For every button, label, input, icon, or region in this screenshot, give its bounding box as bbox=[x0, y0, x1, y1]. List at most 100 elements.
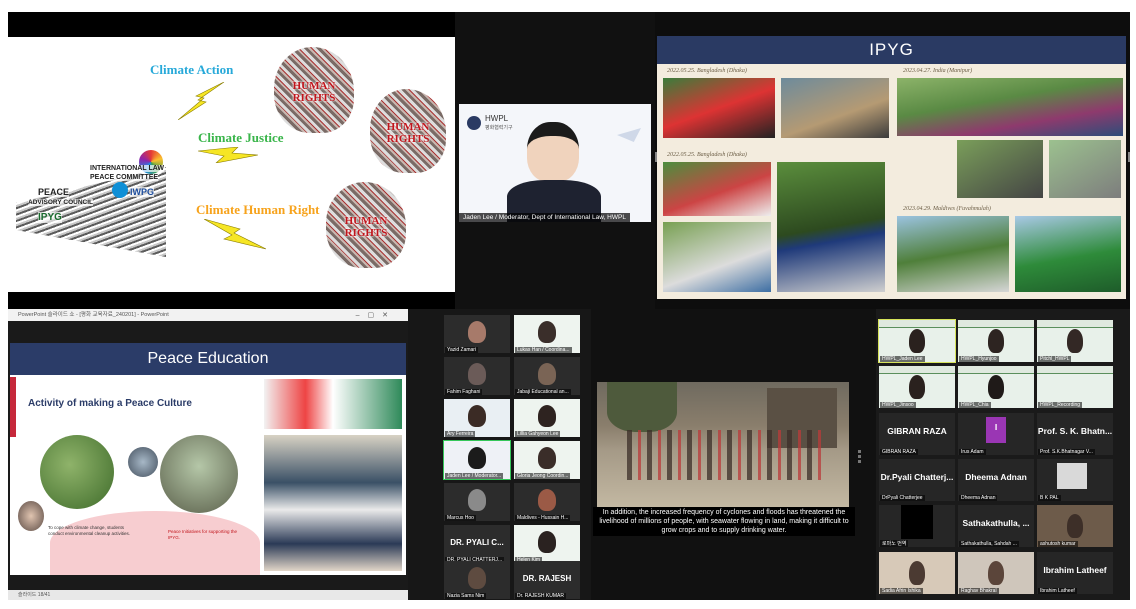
participant-tile[interactable]: GIBRAN RAZA GIBRAN RAZA bbox=[879, 413, 955, 455]
participant-tile[interactable]: HWPL_Chia bbox=[958, 366, 1034, 408]
event-photo bbox=[1049, 140, 1121, 198]
next-slide-arrow[interactable] bbox=[1128, 152, 1130, 162]
moderator-video-panel: HWPL 평화협력기구 Jaden Lee / Moderator, Dept … bbox=[455, 12, 655, 309]
window-controls[interactable]: –▢✕ bbox=[356, 311, 396, 319]
label-climate-justice: Climate Justice bbox=[198, 130, 284, 145]
activity-photo bbox=[128, 447, 158, 477]
human-rights-head-3: HUMAN RIGHTS bbox=[326, 182, 406, 268]
moderator-person bbox=[527, 122, 579, 182]
participant-tile[interactable]: Prof. S. K. Bhatn... Prof. S.K.Bhatnagar … bbox=[1037, 413, 1113, 455]
tag-advisory: ADVISORY COUNCIL bbox=[28, 199, 94, 206]
panel-resize-handle[interactable] bbox=[858, 450, 861, 464]
participant-tile[interactable]: 로마노 번역 bbox=[879, 505, 955, 547]
participant-tile[interactable]: Raghav Bhakral bbox=[958, 552, 1034, 594]
event-photo bbox=[957, 140, 1043, 198]
participant-tile[interactable]: Ary Ferreira bbox=[444, 399, 510, 437]
powerpoint-statusbar: 슬라이드 18/41 bbox=[8, 590, 408, 600]
participant-tile[interactable]: Helen Kim bbox=[514, 525, 580, 563]
students-photo bbox=[264, 379, 402, 429]
slide-title: Peace Education bbox=[10, 343, 406, 375]
slide-title: IPYG bbox=[657, 36, 1126, 64]
flood-video-panel: In addition, the increased frequency of … bbox=[591, 309, 876, 600]
students-photo bbox=[264, 435, 402, 571]
participant-tile[interactable]: DR. PYALI C... DR. PYALI CHATTERJ... bbox=[444, 525, 510, 563]
participant-tile[interactable]: Nazia Sams Nim bbox=[444, 561, 510, 599]
participant-tile[interactable]: Marcus Hoo bbox=[444, 483, 510, 521]
event-photo bbox=[897, 78, 1123, 136]
participant-tile[interactable]: DR. RAJESH Dr. RAJESH KUMAR bbox=[514, 561, 580, 599]
tag-peace: PEACE bbox=[38, 187, 70, 197]
peace-education-slide: Peace Education Activity of making a Pea… bbox=[10, 343, 406, 575]
participant-tile[interactable]: HWPL_Jinsoo bbox=[879, 366, 955, 408]
photo-caption: 2022.05.25. Bangladesh (Dhaka) bbox=[667, 68, 747, 74]
participant-tile-active[interactable]: Jaden Lee / Moderator... bbox=[443, 440, 511, 480]
participant-tile[interactable]: HWPL_Recording bbox=[1037, 366, 1113, 408]
video-off-black bbox=[901, 505, 933, 539]
lightning-bolt-icon bbox=[204, 219, 266, 250]
participant-tile[interactable]: HWPL_Hyunjoo bbox=[958, 320, 1034, 362]
participant-tile[interactable]: Yazid Zamari bbox=[444, 315, 510, 353]
participant-tile[interactable]: Dr.Pyali Chatterj... DrPyali Chatterjee bbox=[879, 459, 955, 501]
participant-tile[interactable]: I Irus Adam bbox=[958, 413, 1034, 455]
participant-tile[interactable]: Sathakathulla, ... Sathakathulla, Sahdah … bbox=[958, 505, 1034, 547]
participant-tile[interactable]: Lukas Han / Coordina... bbox=[514, 315, 580, 353]
tag-intl-law: INTERNATIONAL LAW bbox=[90, 165, 165, 172]
event-photo bbox=[777, 162, 885, 292]
participant-tile[interactable]: ashutosh kumar bbox=[1037, 505, 1113, 547]
avatar bbox=[1057, 463, 1087, 489]
participant-tile[interactable]: Pitchl_HWPL bbox=[1037, 320, 1113, 362]
label-climate-action: Climate Action bbox=[150, 62, 234, 77]
hwpl-logo-text: HWPL bbox=[485, 114, 509, 123]
participant-tile[interactable]: Gloria Jeong Coordin... bbox=[514, 441, 580, 479]
flood-video[interactable] bbox=[597, 382, 849, 507]
hwpl-logo-subtext: 평화협력기구 bbox=[485, 125, 513, 131]
side-ribbon bbox=[10, 377, 16, 437]
event-photo bbox=[1015, 216, 1121, 292]
photo-caption: 2022.05.25. Bangladesh (Dhaka) bbox=[667, 152, 747, 158]
tag-ipyg: IPYG bbox=[38, 212, 62, 223]
participant-tile[interactable]: Fahim Faghani bbox=[444, 357, 510, 395]
photo-caption: 2023.04.29. Maldives (Fuvahmulah) bbox=[903, 206, 991, 212]
climate-slide-panel: INTERNATIONAL LAW PEACE COMMITTEE IWPG I… bbox=[8, 12, 455, 309]
tag-iwpg: IWPG bbox=[130, 187, 154, 197]
participant-gallery-panel: Yazid Zamari Lukas Han / Coordina... Fah… bbox=[408, 309, 591, 600]
participant-tile[interactable]: Ibrahim Latheef Ibrahim Latheef bbox=[1037, 552, 1113, 594]
moderator-video[interactable]: HWPL 평화협력기구 Jaden Lee / Moderator, Dept … bbox=[459, 104, 651, 222]
human-rights-head-2: HUMAN RIGHTS bbox=[370, 89, 446, 173]
activity-heading: Activity of making a Peace Culture bbox=[28, 398, 192, 409]
participant-tile-active[interactable]: HWPL_Jaden Lee bbox=[878, 319, 956, 363]
live-caption: In addition, the increased frequency of … bbox=[593, 507, 855, 536]
participant-tile[interactable]: Lillia Gahyeon Lee bbox=[514, 399, 580, 437]
participant-tile[interactable]: Dheema Adnan Dheema Adnan bbox=[958, 459, 1034, 501]
activity-photo bbox=[40, 435, 114, 509]
human-rights-head-1: HUMAN RIGHTS bbox=[274, 47, 354, 133]
label-climate-human-right: Climate Human Right bbox=[196, 202, 320, 217]
participant-tile[interactable]: Maldives - Hussain H... bbox=[514, 483, 580, 521]
left-caption: To cope with climate change, students co… bbox=[48, 525, 131, 536]
iwpg-emblem bbox=[112, 182, 128, 198]
event-photo bbox=[663, 222, 771, 292]
pink-accent-shape bbox=[50, 511, 260, 575]
tree-graphic bbox=[607, 382, 677, 432]
event-photo bbox=[781, 78, 889, 138]
right-caption: Peace Initiatives for supporting the IPY… bbox=[168, 529, 238, 540]
climate-slide: INTERNATIONAL LAW PEACE COMMITTEE IWPG I… bbox=[8, 37, 455, 292]
ipyg-slide: IPYG 2022.05.25. Bangladesh (Dhaka) 2023… bbox=[657, 36, 1126, 299]
tag-peace-committee: PEACE COMMITTEE bbox=[90, 174, 159, 181]
paper-plane-decor bbox=[617, 128, 641, 142]
participant-grid-panel: HWPL_Jaden Lee HWPL_Hyunjoo Pitchl_HWPL … bbox=[876, 309, 1130, 600]
prev-slide-arrow[interactable] bbox=[655, 152, 657, 162]
hwpl-emblem bbox=[136, 147, 166, 177]
activity-photo bbox=[160, 435, 238, 513]
lightning-bolt-icon bbox=[178, 82, 225, 120]
activity-photo bbox=[18, 501, 44, 531]
participant-name-tag: Jaden Lee / Moderator, Dept of Internati… bbox=[459, 213, 630, 222]
event-photo bbox=[897, 216, 1009, 292]
people-wading-graphic bbox=[627, 430, 827, 480]
participant-tile[interactable]: Sadia Afrin Ishika bbox=[879, 552, 955, 594]
lightning-bolt-icon bbox=[198, 147, 258, 163]
participant-tile[interactable]: B K PAL bbox=[1037, 459, 1113, 501]
peace-education-panel: PowerPoint 슬라이드 쇼 - [평화 교육자료_240201] - P… bbox=[8, 309, 408, 600]
participant-tile[interactable]: Jabaji Educational an... bbox=[514, 357, 580, 395]
photo-caption: 2023.04.27. India (Manipur) bbox=[903, 68, 973, 74]
